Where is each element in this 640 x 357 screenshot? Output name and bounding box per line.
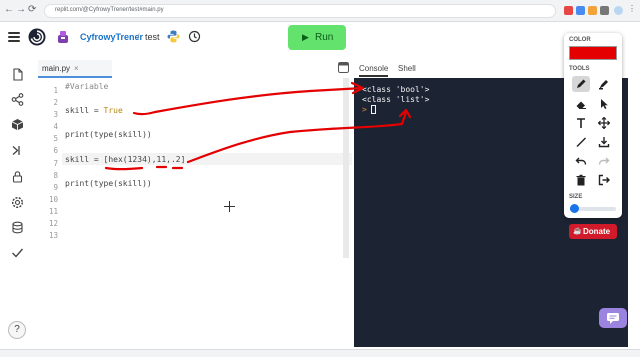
line-number: 11 (48, 207, 58, 216)
eraser-icon[interactable] (572, 96, 590, 112)
replit-logo-icon[interactable] (28, 28, 46, 46)
extension-icon[interactable] (576, 6, 585, 15)
trash-icon[interactable] (572, 172, 590, 188)
console-line: <class 'bool'> (362, 85, 430, 94)
pencil-icon[interactable] (572, 76, 590, 92)
profile-icon[interactable] (614, 6, 623, 15)
layout-toggle-icon[interactable] (338, 62, 349, 73)
extension-icon[interactable] (600, 6, 609, 15)
line-number: 13 (48, 231, 58, 240)
console-line: <class 'list'> (362, 95, 430, 104)
size-label: SIZE (569, 194, 583, 200)
chat-button[interactable] (599, 308, 627, 328)
menu-icon[interactable] (8, 32, 20, 42)
line-number: 7 (53, 159, 58, 168)
line-icon[interactable] (572, 134, 590, 150)
packages-icon[interactable] (11, 118, 24, 131)
line-number: 3 (53, 110, 58, 119)
code-line: print(type(skill)) (65, 179, 152, 188)
marker-icon[interactable] (595, 76, 613, 92)
line-number: 12 (48, 219, 58, 228)
tab-shell[interactable]: Shell (398, 64, 416, 73)
settings-icon[interactable] (11, 196, 24, 209)
secrets-icon[interactable] (11, 170, 24, 183)
tab-label: main.py (42, 64, 71, 73)
console-cursor (371, 105, 376, 114)
donate-label: Donate (583, 227, 611, 236)
size-slider-handle[interactable] (570, 204, 580, 213)
line-number: 10 (48, 195, 58, 204)
repl-name[interactable]: test (145, 32, 160, 42)
more-menu-icon[interactable]: ⋮ (628, 4, 637, 13)
redo-icon[interactable] (595, 153, 613, 169)
breadcrumb-separator: / (137, 32, 140, 42)
browser-toolbar: ← → ⟳ replit.com/@CyfrowyTrener/test#mai… (0, 0, 640, 22)
move-icon[interactable] (595, 115, 613, 131)
text-icon[interactable] (572, 115, 590, 131)
line-number: 6 (53, 146, 58, 155)
download-icon[interactable] (595, 134, 613, 150)
play-icon: ▶ (302, 32, 309, 42)
line-number: 5 (53, 134, 58, 143)
python-icon (167, 30, 180, 43)
extension-icon[interactable] (588, 6, 597, 15)
run-button[interactable]: ▶ Run (288, 25, 346, 50)
run-button-label: Run (315, 32, 334, 43)
pointer-icon[interactable] (595, 96, 613, 112)
code-token: True (103, 106, 123, 115)
forward-button[interactable]: → (16, 4, 26, 16)
share-icon[interactable] (11, 93, 24, 106)
close-icon[interactable]: × (74, 64, 79, 73)
line-number: 2 (53, 98, 58, 107)
history-icon[interactable] (188, 30, 201, 43)
files-icon[interactable] (11, 68, 24, 81)
back-button[interactable]: ← (4, 4, 14, 16)
reload-button[interactable]: ⟳ (28, 4, 36, 16)
code-line: #Variable (65, 82, 109, 91)
database-icon[interactable] (11, 221, 24, 234)
code-line: skill = [hex(1234),11,.2] (65, 155, 186, 164)
browser-bottom-bar (0, 349, 640, 357)
console-prompt: > (362, 105, 367, 114)
url-text: replit.com/@CyfrowyTrener/test#main.py (55, 7, 164, 13)
code-line: skill = True (65, 106, 123, 115)
tab-main-py[interactable]: main.py × (38, 60, 112, 78)
checkmark-icon[interactable] (11, 246, 24, 259)
code-token: skill = (65, 106, 104, 115)
crosshair-cursor-icon (224, 201, 235, 212)
chat-icon (607, 313, 619, 324)
avatar[interactable] (56, 30, 70, 44)
editor-scrollbar[interactable] (343, 78, 349, 258)
editor-tab-bar: main.py × (34, 60, 352, 78)
tools-label: TOOLS (569, 66, 590, 72)
line-number: 4 (53, 122, 58, 131)
shell-icon[interactable] (11, 144, 24, 157)
workspace-header: CyfrowyTrener / test ▶ Run (0, 22, 640, 56)
sidebar: ? (0, 56, 34, 349)
code-line: print(type(skill)) (65, 130, 152, 139)
tab-console[interactable]: Console (359, 64, 389, 77)
color-swatch[interactable] (569, 46, 617, 60)
line-number: 9 (53, 183, 58, 192)
console-tab-bar: Console Shell (354, 60, 562, 78)
extension-icon[interactable] (564, 6, 573, 15)
code-editor[interactable]: 1 2 3 4 5 6 7 8 9 10 11 12 13 #Variable … (34, 78, 352, 349)
username-link[interactable]: CyfrowyTrener (80, 32, 143, 42)
help-button[interactable]: ? (8, 321, 26, 339)
address-bar[interactable]: replit.com/@CyfrowyTrener/test#main.py (44, 4, 556, 18)
drawing-tool-panel: COLOR TOOLS SIZE (564, 33, 622, 218)
undo-icon[interactable] (572, 153, 590, 169)
exit-icon[interactable] (595, 172, 613, 188)
color-label: COLOR (569, 37, 591, 43)
coffee-icon: ☕ (573, 228, 582, 235)
line-number: 8 (53, 171, 58, 180)
donate-button[interactable]: ☕ Donate (569, 224, 617, 239)
line-number: 1 (53, 86, 58, 95)
